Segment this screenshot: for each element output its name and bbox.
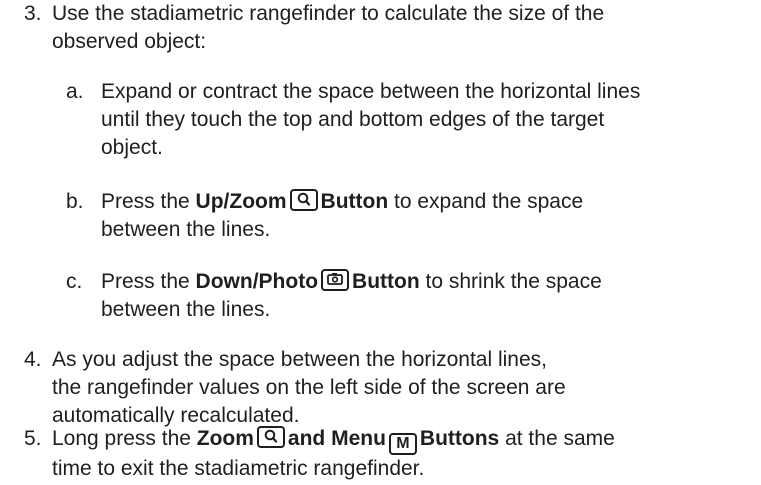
substep-b: b. Press the Up/Zoom Button to expand the… xyxy=(66,188,583,244)
button-name: Zoom xyxy=(196,427,254,450)
substep-line: between the lines. xyxy=(101,218,271,241)
substep-line: until they touch the top and bottom edge… xyxy=(101,108,605,131)
substep-line: Press the Down/Photo Button to shrink the… xyxy=(101,268,602,296)
step-number: 3. xyxy=(24,2,42,25)
substep-text: Press the Up/Zoom Button to expand the sp… xyxy=(101,188,583,244)
substep-letter: a. xyxy=(66,80,84,103)
button-name: Down/Photo xyxy=(195,270,319,293)
substep-c: c. Press the Down/Photo Button to shrink … xyxy=(66,268,602,324)
step-line: Long press the Zoom and Menu M Buttons at t… xyxy=(52,425,615,455)
button-name: Up/Zoom xyxy=(195,190,287,213)
substep-line: between the lines. xyxy=(101,298,271,321)
instructions-document: 3. Use the stadiametric rangefinder to c… xyxy=(0,0,761,485)
menu-m-icon: M xyxy=(388,433,417,455)
step-4: 4. As you adjust the space between the h… xyxy=(24,346,566,430)
step-3: 3. Use the stadiametric rangefinder to c… xyxy=(24,0,604,56)
text-run: Press the xyxy=(101,190,196,213)
text-run: to shrink the space xyxy=(419,270,602,293)
button-word: Button xyxy=(320,190,389,213)
zoom-icon xyxy=(256,426,285,448)
step-text: Use the stadiametric rangefinder to calc… xyxy=(52,0,604,56)
step-line: Use the stadiametric rangefinder to calc… xyxy=(52,2,605,25)
substep-a: a. Expand or contract the space between … xyxy=(66,78,640,162)
step-line: observed object: xyxy=(52,30,207,53)
text-run: to expand the space xyxy=(388,190,584,213)
step-line: time to exit the stadiametric rangefinde… xyxy=(52,457,425,480)
step-number: 4. xyxy=(24,348,42,371)
zoom-icon xyxy=(289,189,318,211)
text-run: at the same xyxy=(499,427,615,450)
button-name: and Menu xyxy=(287,427,386,450)
substep-letter: b. xyxy=(66,190,84,213)
substep-text: Press the Down/Photo Button to shrink the… xyxy=(101,268,602,324)
substep-line: Press the Up/Zoom Button to expand the sp… xyxy=(101,188,583,216)
substep-letter: c. xyxy=(66,270,83,293)
step-5: 5. Long press the Zoom and Menu M Buttons a… xyxy=(24,425,615,483)
text-run: Press the xyxy=(101,270,196,293)
step-text: Long press the Zoom and Menu M Buttons at t… xyxy=(52,425,615,483)
step-line: As you adjust the space between the hori… xyxy=(52,348,547,371)
step-text: As you adjust the space between the hori… xyxy=(52,346,566,430)
button-word: Buttons xyxy=(419,427,500,450)
step-number: 5. xyxy=(24,427,42,450)
substep-text: Expand or contract the space between the… xyxy=(101,78,640,162)
button-word: Button xyxy=(352,270,420,293)
substep-line: Expand or contract the space between the… xyxy=(101,80,641,103)
camera-icon xyxy=(321,269,350,291)
step-line: the rangefinder values on the left side … xyxy=(52,376,566,399)
substep-line: object. xyxy=(101,136,163,159)
text-run: Long press the xyxy=(52,427,197,450)
